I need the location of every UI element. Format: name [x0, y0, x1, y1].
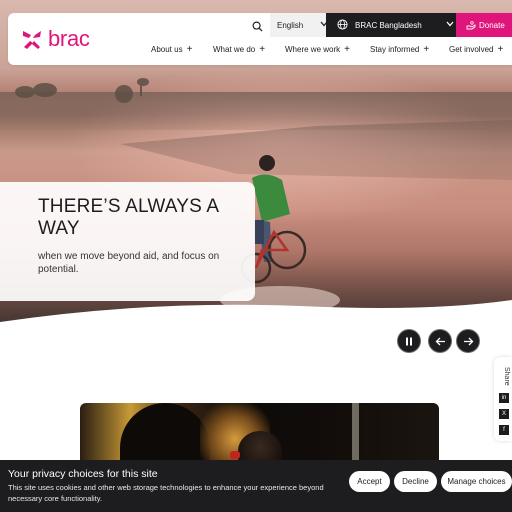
- chevron-down-icon: [446, 21, 454, 27]
- pause-icon: [406, 337, 412, 345]
- nav-item-label: What we do: [213, 45, 256, 54]
- plus-icon: +: [344, 43, 350, 55]
- facebook-icon[interactable]: f: [499, 425, 509, 435]
- plus-icon: +: [497, 43, 504, 55]
- cookie-title: Your privacy choices for this site: [8, 468, 158, 480]
- hero-subtitle: when we move beyond aid, and focus on po…: [38, 251, 220, 275]
- country-select[interactable]: BRAC Bangladesh: [326, 13, 464, 37]
- hero-title: THERE’S ALWAYS A WAY: [38, 196, 219, 239]
- search-icon: [252, 21, 263, 32]
- next-slide-button[interactable]: [456, 329, 480, 353]
- nav-item-what-we-do[interactable]: What we do +: [213, 43, 266, 55]
- language-label: English: [277, 20, 304, 30]
- arch-shape: [120, 403, 210, 463]
- plus-icon: +: [423, 43, 430, 55]
- nav-item-label: About us: [151, 45, 183, 54]
- pause-button[interactable]: [397, 329, 421, 353]
- nav-item-label: Get involved: [449, 45, 494, 54]
- plus-icon: +: [186, 43, 193, 55]
- featured-story-image[interactable]: [80, 403, 439, 463]
- nav-item-stay-informed[interactable]: Stay informed +: [370, 43, 430, 55]
- person-figure: [238, 431, 282, 463]
- nav-item-about-us[interactable]: About us +: [151, 43, 193, 55]
- share-rail: Share in X f: [494, 357, 512, 441]
- linkedin-icon[interactable]: in: [499, 393, 509, 403]
- decline-button[interactable]: Decline: [394, 471, 437, 492]
- pole: [352, 403, 359, 463]
- cookie-text: This site uses cookies and other web sto…: [8, 483, 324, 503]
- accept-button[interactable]: Accept: [349, 471, 390, 492]
- arrow-right-icon: [463, 337, 473, 345]
- language-select[interactable]: English: [270, 13, 334, 37]
- cookie-banner: Your privacy choices for this site This …: [0, 460, 512, 512]
- plus-icon: +: [259, 43, 266, 55]
- globe-icon: [337, 19, 348, 30]
- country-label: BRAC Bangladesh: [355, 20, 422, 30]
- donate-button[interactable]: Donate: [456, 13, 512, 37]
- share-label: Share: [503, 367, 510, 386]
- nav-item-label: Stay informed: [370, 45, 420, 54]
- previous-slide-button[interactable]: [428, 329, 452, 353]
- site-header: brac English BRAC Bangladesh Donate Abou…: [8, 13, 512, 65]
- nav-item-get-involved[interactable]: Get involved +: [449, 43, 504, 55]
- main-nav: About us + What we do + Where we work + …: [8, 43, 512, 61]
- nav-item-label: Where we work: [285, 45, 341, 54]
- search-button[interactable]: [244, 13, 270, 39]
- manage-choices-button[interactable]: Manage choices: [441, 471, 512, 492]
- arrow-left-icon: [435, 337, 445, 345]
- donate-hand-icon: [466, 20, 476, 29]
- donate-label: Donate: [479, 20, 505, 30]
- nav-item-where-we-work[interactable]: Where we work +: [285, 43, 350, 55]
- red-cloth: [230, 451, 240, 459]
- x-icon[interactable]: X: [499, 409, 509, 419]
